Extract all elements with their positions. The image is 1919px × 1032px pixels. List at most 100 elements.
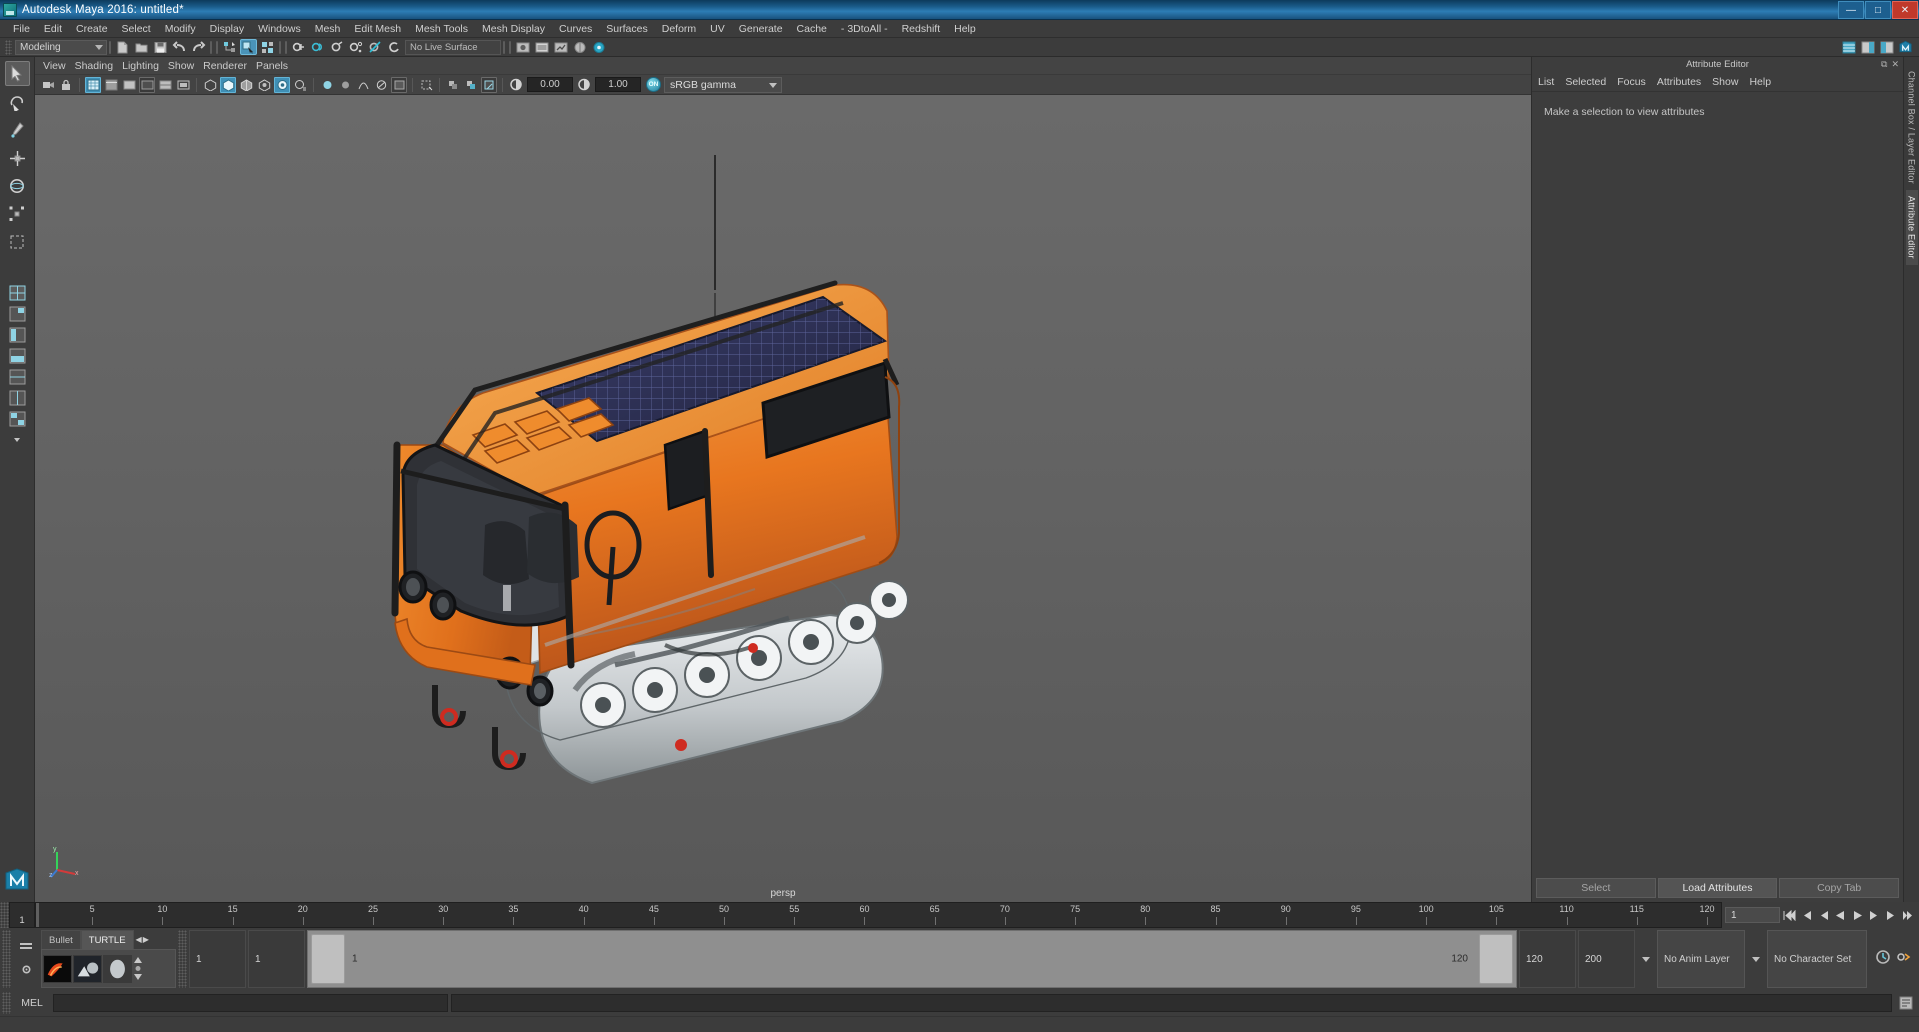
- panel-menu-shading[interactable]: Shading: [75, 58, 123, 74]
- turtle-render-icon[interactable]: [43, 954, 72, 983]
- step-back-frame-icon[interactable]: [1815, 907, 1831, 923]
- persp-graph-layout[interactable]: [7, 346, 28, 365]
- range-slider-grip-2[interactable]: [178, 930, 187, 988]
- range-start-time-field[interactable]: 1: [248, 930, 305, 988]
- shelf-tab-turtle[interactable]: TURTLE: [80, 930, 134, 949]
- command-input[interactable]: [53, 994, 448, 1012]
- select-by-hierarchy-icon[interactable]: [221, 39, 238, 55]
- scale-tool[interactable]: [5, 201, 30, 226]
- attr-menu-selected[interactable]: Selected: [1565, 74, 1617, 90]
- shelf-next-icon[interactable]: ▶: [143, 935, 149, 944]
- xray-icon[interactable]: [418, 77, 434, 93]
- live-surface-field[interactable]: No Live Surface: [405, 39, 501, 55]
- copy-tab-button[interactable]: Copy Tab: [1779, 878, 1900, 898]
- menu-select[interactable]: Select: [115, 20, 158, 38]
- last-tool-used[interactable]: [5, 229, 30, 254]
- hypershade-icon[interactable]: [571, 39, 588, 55]
- panel-menu-view[interactable]: View: [43, 58, 75, 74]
- menu-display[interactable]: Display: [203, 20, 251, 38]
- smooth-shade-all-icon[interactable]: [220, 76, 236, 93]
- xray-active-components-icon[interactable]: [463, 77, 479, 93]
- auto-keyframe-icon[interactable]: [1875, 949, 1891, 970]
- range-start-handle[interactable]: [311, 934, 345, 984]
- panel-menu-show[interactable]: Show: [168, 58, 203, 74]
- bookmark-icon[interactable]: [103, 77, 119, 93]
- rotate-tool[interactable]: [5, 173, 30, 198]
- menu-cache[interactable]: Cache: [790, 20, 834, 38]
- menu-create[interactable]: Create: [69, 20, 115, 38]
- go-to-end-icon[interactable]: [1900, 907, 1916, 923]
- menu-generate[interactable]: Generate: [732, 20, 790, 38]
- snap-to-curve-icon[interactable]: [309, 39, 326, 55]
- attr-menu-attributes[interactable]: Attributes: [1657, 74, 1712, 90]
- panel-menu-panels[interactable]: Panels: [256, 58, 297, 74]
- two-pane-stacked-layout[interactable]: [7, 367, 28, 386]
- script-editor-icon[interactable]: [1895, 996, 1917, 1010]
- play-backwards-icon[interactable]: [1832, 907, 1848, 923]
- menu-uv[interactable]: UV: [703, 20, 732, 38]
- play-forwards-icon[interactable]: [1849, 907, 1865, 923]
- snowcat-model[interactable]: [365, 145, 965, 785]
- panel-menu-renderer[interactable]: Renderer: [203, 58, 256, 74]
- animation-preferences-icon[interactable]: [1895, 949, 1911, 970]
- shelf-menu-icon[interactable]: [19, 937, 33, 955]
- playback-end-time-field[interactable]: 120: [1519, 930, 1576, 988]
- undo-icon[interactable]: [171, 39, 188, 55]
- menu-mesh-display[interactable]: Mesh Display: [475, 20, 552, 38]
- view-transform-selector[interactable]: sRGB gamma: [664, 76, 782, 93]
- minimize-button[interactable]: —: [1838, 1, 1864, 19]
- menu-edit-mesh[interactable]: Edit Mesh: [347, 20, 408, 38]
- grid-toggle-icon[interactable]: [157, 77, 173, 93]
- open-channel-box-icon[interactable]: [1840, 39, 1857, 55]
- camera-attributes-icon[interactable]: [85, 76, 101, 93]
- select-camera-icon[interactable]: [40, 77, 56, 93]
- load-attributes-button[interactable]: Load Attributes: [1657, 878, 1778, 898]
- time-slider-grip[interactable]: [0, 902, 9, 928]
- range-slider-grip[interactable]: [2, 930, 11, 988]
- turtle-bake-icon[interactable]: [73, 954, 102, 983]
- current-frame-field[interactable]: 1: [1725, 907, 1780, 923]
- tab-attribute-editor[interactable]: Attribute Editor: [1905, 189, 1918, 265]
- motion-blur-icon[interactable]: [337, 77, 353, 93]
- menu-surfaces[interactable]: Surfaces: [599, 20, 654, 38]
- step-forward-frame-icon[interactable]: [1866, 907, 1882, 923]
- isolate-select-icon[interactable]: [391, 76, 407, 93]
- attr-menu-show[interactable]: Show: [1712, 74, 1749, 90]
- attr-menu-focus[interactable]: Focus: [1617, 74, 1657, 90]
- exposure-value-field[interactable]: 0.00: [527, 77, 573, 92]
- step-back-key-icon[interactable]: [1798, 907, 1814, 923]
- command-line-grip[interactable]: [2, 992, 11, 1014]
- attr-menu-list[interactable]: List: [1538, 74, 1565, 90]
- anim-end-time-field[interactable]: 200: [1578, 930, 1635, 988]
- maximize-button[interactable]: □: [1865, 1, 1891, 19]
- range-end-handle[interactable]: [1479, 934, 1513, 984]
- move-tool[interactable]: [5, 145, 30, 170]
- ipr-render-icon[interactable]: [533, 39, 550, 55]
- textured-icon[interactable]: [256, 77, 272, 93]
- shadows-icon[interactable]: [292, 77, 308, 93]
- undock-icon[interactable]: ⧉: [1881, 59, 1887, 70]
- select-by-object-icon[interactable]: [240, 39, 257, 55]
- shaded-wireframe-icon[interactable]: [238, 77, 254, 93]
- statusline-grip[interactable]: [5, 39, 12, 55]
- render-view-icon[interactable]: [590, 39, 607, 55]
- save-scene-icon[interactable]: [152, 39, 169, 55]
- multisample-icon[interactable]: [355, 77, 371, 93]
- range-dropdown-arrow[interactable]: [1637, 930, 1655, 988]
- single-perspective-layout[interactable]: [7, 283, 28, 302]
- film-gate-icon[interactable]: [175, 77, 191, 93]
- image-plane-icon[interactable]: [121, 77, 137, 93]
- anim-layer-selector[interactable]: No Anim Layer: [1657, 930, 1745, 988]
- paint-select-tool[interactable]: [5, 117, 30, 142]
- shelf-options-icon[interactable]: [20, 963, 33, 981]
- go-to-start-icon[interactable]: [1781, 907, 1797, 923]
- render-settings-icon[interactable]: [552, 39, 569, 55]
- time-slider-track[interactable]: 5 10 15 20 25 30 35 40 45 50 55 60 65 70 75 80 85 90 95 100…: [35, 902, 1722, 928]
- shelf-prev-icon[interactable]: ◀: [136, 935, 142, 944]
- open-tool-settings-icon[interactable]: [1878, 39, 1895, 55]
- more-layouts[interactable]: [7, 430, 28, 449]
- menu-edit[interactable]: Edit: [37, 20, 69, 38]
- two-pane-side-layout[interactable]: [7, 388, 28, 407]
- step-forward-key-icon[interactable]: [1883, 907, 1899, 923]
- turtle-texture-icon[interactable]: [103, 954, 132, 983]
